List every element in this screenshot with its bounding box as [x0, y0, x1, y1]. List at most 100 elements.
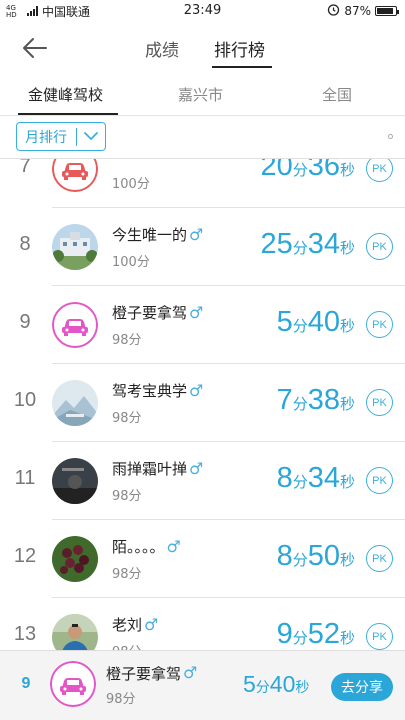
filter-row: 月排行 [0, 116, 405, 158]
user-name: 陌。。。。 [112, 538, 165, 556]
user-score: 98分 [112, 567, 142, 582]
pk-button[interactable]: PK [366, 159, 393, 182]
user-name-line: 雨掸霜叶掸 ♂ [112, 458, 203, 479]
sec-unit: 秒 [339, 162, 355, 179]
list-item[interactable]: 10 驾考宝典学 ♂ 98分 7分38秒 PK [0, 364, 405, 442]
scope-tabs: 金健峰驾校 嘉兴市 全国 [0, 74, 405, 116]
status-bar: 4G HD 中国联通 23:49 87% [0, 0, 405, 22]
chevron-down-icon [77, 123, 105, 150]
my-time: 5分40秒 [243, 671, 309, 698]
avatar [52, 159, 98, 192]
pk-button[interactable]: PK [366, 233, 393, 260]
battery-percent: 87% [344, 4, 371, 18]
battery-fill [377, 8, 393, 14]
rank-number: 11 [14, 467, 36, 489]
time-min: 5 [276, 306, 293, 338]
male-icon: ♂ [144, 615, 159, 634]
list-item[interactable]: 8 今生唯一的 ♂ 100分 25分34秒 PK [0, 208, 405, 286]
rank-number: 9 [19, 311, 31, 333]
male-icon: ♂ [189, 303, 204, 322]
user-score: 98分 [112, 489, 142, 504]
my-avatar [50, 661, 96, 707]
pk-button[interactable]: PK [366, 545, 393, 572]
battery-icon [375, 6, 399, 16]
my-time-sec: 40 [269, 671, 296, 697]
tab-leaderboard[interactable]: 排行榜 [214, 36, 265, 61]
sec-unit: 秒 [339, 630, 355, 647]
my-rank-bar: 9 橙子要拿驾 ♂ 98分 5分40秒 去分享 [0, 650, 405, 720]
time-sec: 50 [307, 540, 340, 572]
avatar [52, 458, 98, 504]
time-sec: 36 [307, 158, 340, 182]
user-name: 雨掸霜叶掸 [112, 460, 188, 478]
min-unit: 分 [292, 396, 308, 413]
sec-unit: 秒 [295, 679, 310, 695]
time-sec: 34 [307, 228, 340, 260]
user-name: 驾考宝典学 [112, 382, 188, 400]
user-name-line: 橙子要拿驾 ♂ [112, 302, 203, 323]
active-tab-indicator [212, 66, 272, 68]
back-arrow-icon [23, 38, 47, 58]
list-item[interactable]: 12 陌。。。。 ♂ 98分 8分50秒 PK [0, 520, 405, 598]
list-item[interactable]: 11 雨掸霜叶掸 ♂ 98分 8分34秒 PK [0, 442, 405, 520]
period-label: 月排行 [25, 129, 67, 146]
pk-button[interactable]: PK [366, 389, 393, 416]
user-name: 今生唯一的 [112, 226, 188, 244]
time-sec: 52 [307, 618, 340, 650]
time-min: 25 [260, 228, 293, 260]
user-name: 橙子要拿驾 [112, 304, 188, 322]
tab-nationwide[interactable]: 全国 [322, 84, 352, 105]
pk-button[interactable]: PK [366, 623, 393, 650]
time-min: 8 [276, 462, 293, 494]
sec-unit: 秒 [339, 474, 355, 491]
back-button[interactable] [20, 34, 50, 62]
my-name-line: 橙子要拿驾 ♂ [106, 663, 197, 684]
avatar [52, 536, 98, 582]
time-sec: 38 [307, 384, 340, 416]
user-name-line: 今生唯一的 ♂ [112, 224, 203, 245]
male-icon: ♂ [183, 663, 198, 682]
my-time-min: 5 [243, 671, 256, 697]
user-name-line: 陌。。。。 ♂ [112, 536, 181, 557]
user-name-line: 驾考宝典学 ♂ [112, 380, 203, 401]
time-min: 8 [276, 540, 293, 572]
completion-time: 8分34秒 [277, 462, 355, 495]
time-min: 9 [276, 618, 293, 650]
min-unit: 分 [292, 318, 308, 335]
completion-time: 9分52秒 [277, 618, 355, 650]
user-name: 老刘 [112, 616, 143, 634]
my-score: 98分 [106, 692, 136, 707]
tab-city[interactable]: 嘉兴市 [178, 84, 223, 105]
avatar [52, 614, 98, 650]
male-icon: ♂ [189, 381, 204, 400]
avatar [52, 380, 98, 426]
rank-number: 12 [13, 545, 37, 567]
completion-time: 20分36秒 [260, 158, 355, 183]
sec-unit: 秒 [339, 552, 355, 569]
tab-scores[interactable]: 成绩 [145, 36, 179, 61]
tab-school[interactable]: 金健峰驾校 [28, 84, 103, 105]
pk-button[interactable]: PK [366, 467, 393, 494]
my-rank-number: 9 [21, 675, 31, 692]
list-item[interactable]: 9 橙子要拿驾 ♂ 98分 5分40秒 PK [0, 286, 405, 364]
min-unit: 分 [292, 552, 308, 569]
time-sec: 40 [307, 306, 340, 338]
min-unit: 分 [255, 679, 270, 695]
user-score: 98分 [112, 333, 142, 348]
male-icon: ♂ [189, 225, 204, 244]
header: 成绩 排行榜 [0, 22, 405, 74]
period-dropdown[interactable]: 月排行 [16, 122, 106, 151]
pk-button[interactable]: PK [366, 311, 393, 338]
completion-time: 7分38秒 [277, 384, 355, 417]
male-icon: ♂ [189, 459, 204, 478]
rank-number: 8 [19, 233, 31, 255]
share-button[interactable]: 去分享 [331, 673, 393, 701]
time-sec: 34 [307, 462, 340, 494]
rank-number: 7 [19, 158, 31, 177]
rank-number: 10 [13, 389, 37, 411]
my-name: 橙子要拿驾 [106, 665, 182, 683]
avatar [52, 302, 98, 348]
list-item[interactable]: 7 100分 20分36秒 PK [0, 158, 405, 208]
male-icon: ♂ [166, 537, 181, 556]
list-item[interactable]: 13 老刘♂98分9分52秒PK [0, 598, 405, 650]
